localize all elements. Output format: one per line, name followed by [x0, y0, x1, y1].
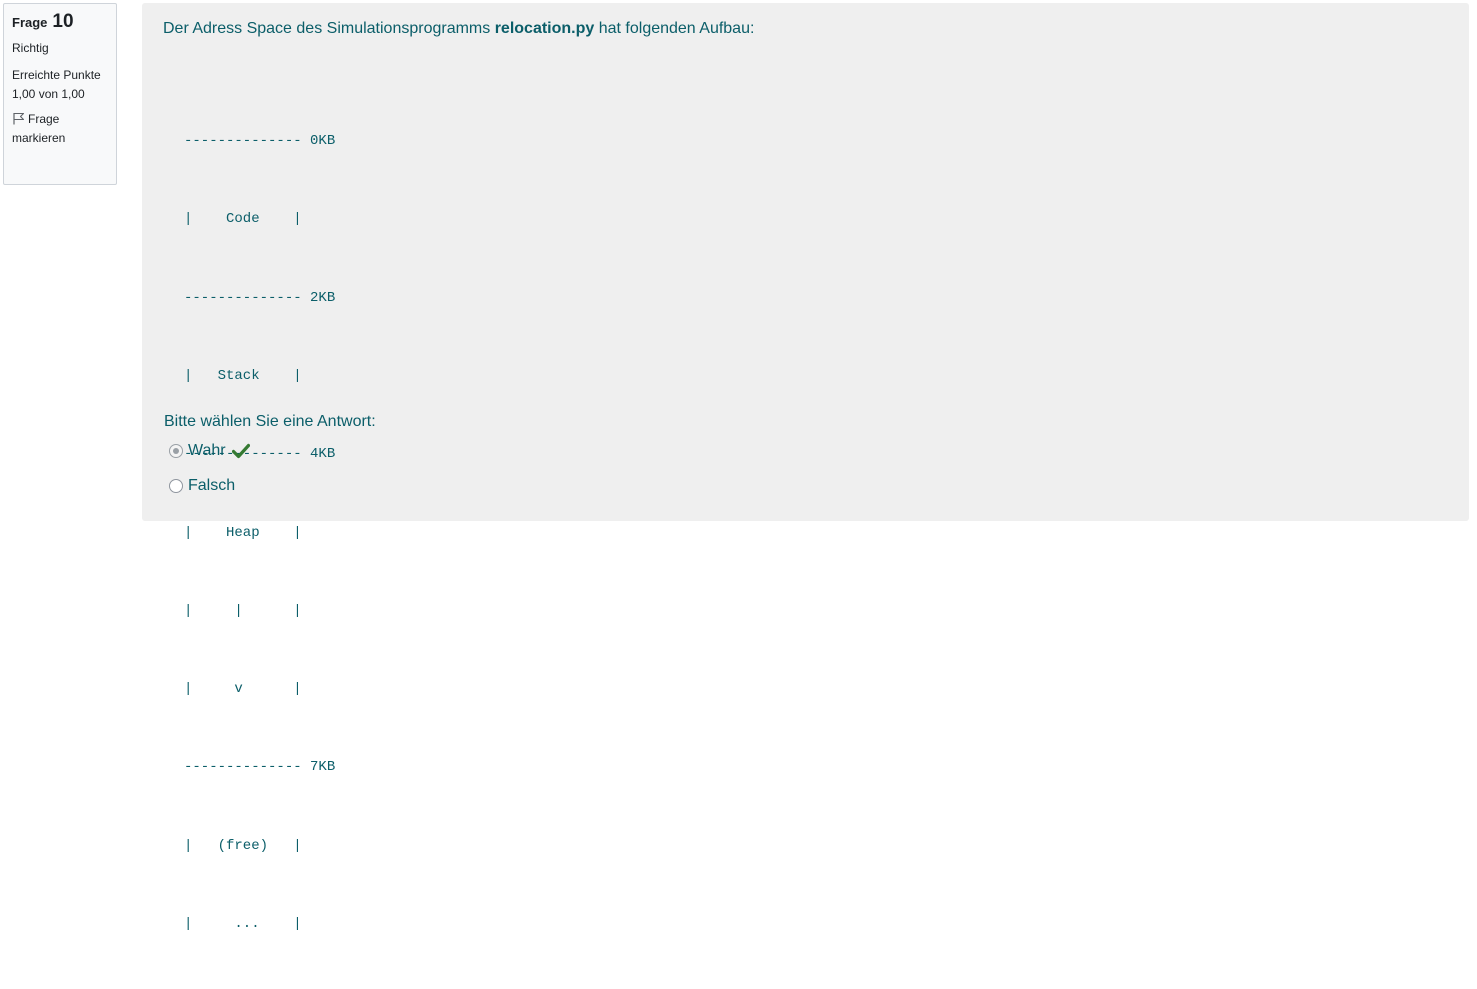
- flag-icon: [12, 112, 28, 126]
- answer-option-wahr[interactable]: Wahr: [169, 440, 250, 462]
- address-space-line: -------------- 7KB: [184, 759, 336, 776]
- answer-radio-wahr[interactable]: [169, 444, 183, 458]
- answer-radio-falsch[interactable]: [169, 479, 183, 493]
- question-text-after: hat folgenden Aufbau:: [594, 20, 755, 37]
- address-space-line: | Stack |: [184, 368, 302, 385]
- address-space-line: | Code |: [184, 211, 302, 228]
- question-text: Der Adress Space des Simulationsprogramm…: [163, 17, 1448, 41]
- answer-prompt: Bitte wählen Sie eine Antwort:: [164, 413, 376, 430]
- address-space-diagram: -------------- 0KB | Code | ------------…: [184, 76, 1448, 989]
- question-label: Frage: [12, 15, 48, 30]
- flag-question-button[interactable]: Frage markieren: [12, 110, 108, 148]
- question-grade: Erreichte Punkte 1,00 von 1,00: [12, 68, 101, 101]
- address-space-line: | v |: [184, 681, 302, 698]
- question-content: Der Adress Space des Simulationsprogramm…: [142, 3, 1469, 932]
- question-info-panel: Frage 10 Richtig Erreichte Punkte 1,00 v…: [3, 3, 117, 185]
- answer-option-falsch[interactable]: Falsch: [169, 475, 235, 497]
- answer-label-wahr: Wahr: [188, 442, 226, 459]
- question-state: Richtig: [12, 41, 49, 55]
- question-number: Frage 10: [12, 12, 108, 33]
- address-space-line: -------------- 2KB: [184, 289, 336, 306]
- answer-label-falsch: Falsch: [188, 477, 236, 494]
- address-space-line: | | |: [184, 602, 302, 619]
- question-number-value: 10: [52, 11, 74, 32]
- address-space-line: | ... |: [184, 916, 302, 932]
- question-text-before: Der Adress Space des Simulationsprogramm…: [163, 20, 495, 37]
- address-space-line: | Heap |: [184, 524, 302, 541]
- program-name: relocation.py: [494, 20, 595, 37]
- address-space-line: -------------- 0KB: [184, 133, 336, 150]
- address-space-line: -------------- 4KB: [184, 446, 336, 463]
- address-space-line: | (free) |: [184, 837, 302, 854]
- checkmark-icon: [231, 443, 250, 459]
